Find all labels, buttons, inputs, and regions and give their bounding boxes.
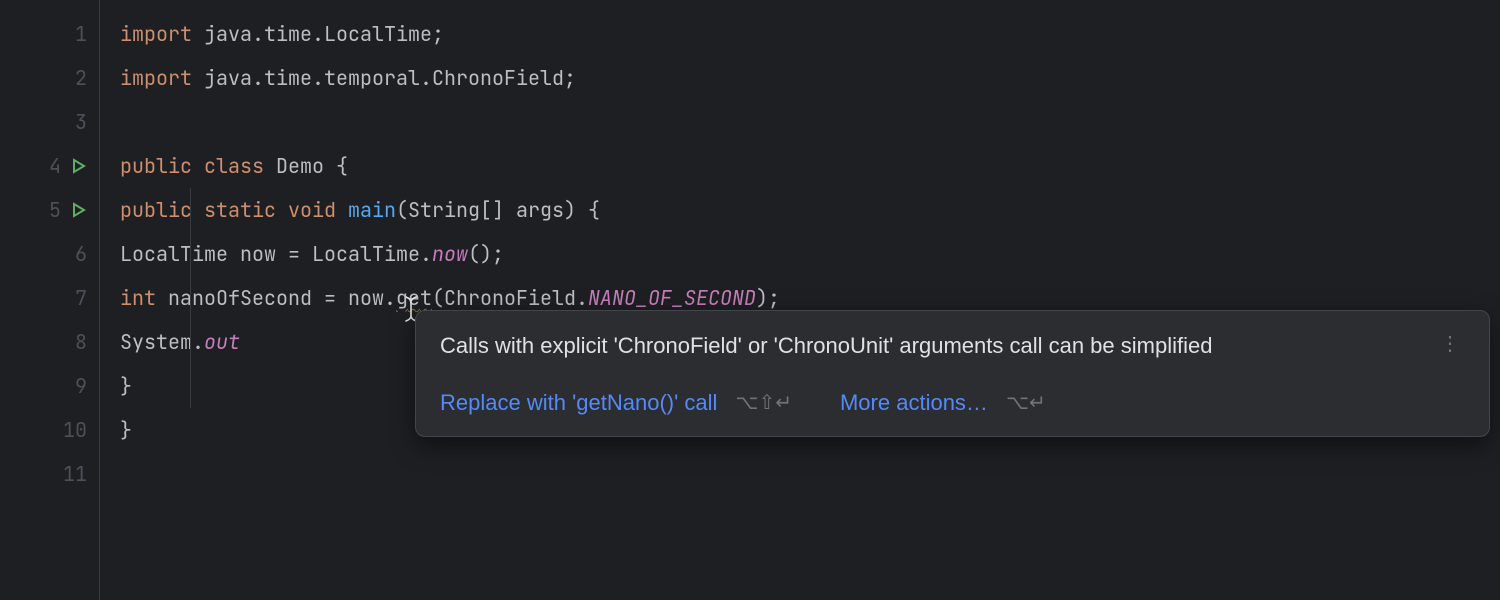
inspection-tooltip: Calls with explicit 'ChronoField' or 'Ch… — [415, 310, 1490, 437]
code-line[interactable]: public class Demo { — [120, 144, 1500, 188]
shortcut-hint: ⌥⇧↵ — [735, 390, 792, 415]
line-number: 3 — [63, 109, 87, 135]
line-number: 4 — [37, 153, 61, 179]
run-gutter-icon[interactable] — [71, 202, 87, 218]
code-line[interactable]: import java.time.LocalTime; — [120, 12, 1500, 56]
line-number: 11 — [63, 461, 87, 487]
inspection-message: Calls with explicit 'ChronoField' or 'Ch… — [440, 331, 1212, 362]
line-number: 9 — [63, 373, 87, 399]
line-number: 5 — [37, 197, 61, 223]
code-line[interactable] — [120, 100, 1500, 144]
code-editor: 1 2 3 4 5 6 7 8 9 10 11 import java.time… — [0, 0, 1500, 600]
code-line[interactable] — [120, 452, 1500, 496]
line-number: 10 — [63, 417, 87, 443]
more-actions-link[interactable]: More actions… — [840, 390, 988, 416]
code-line[interactable]: import java.time.temporal.ChronoField; — [120, 56, 1500, 100]
gutter: 1 2 3 4 5 6 7 8 9 10 11 — [0, 0, 100, 600]
line-number: 1 — [63, 21, 87, 47]
more-options-icon[interactable]: ⋮ — [1436, 331, 1465, 356]
code-area[interactable]: import java.time.LocalTime; import java.… — [100, 0, 1500, 600]
line-number: 2 — [63, 65, 87, 91]
quickfix-replace-link[interactable]: Replace with 'getNano()' call — [440, 390, 717, 416]
line-number: 6 — [63, 241, 87, 267]
line-number: 7 — [63, 285, 87, 311]
code-line[interactable]: LocalTime now = LocalTime.now(); — [120, 232, 1500, 276]
code-line[interactable]: public static void main(String[] args) { — [120, 188, 1500, 232]
run-gutter-icon[interactable] — [71, 158, 87, 174]
line-number: 8 — [63, 329, 87, 355]
shortcut-hint: ⌥↵ — [1006, 390, 1046, 415]
